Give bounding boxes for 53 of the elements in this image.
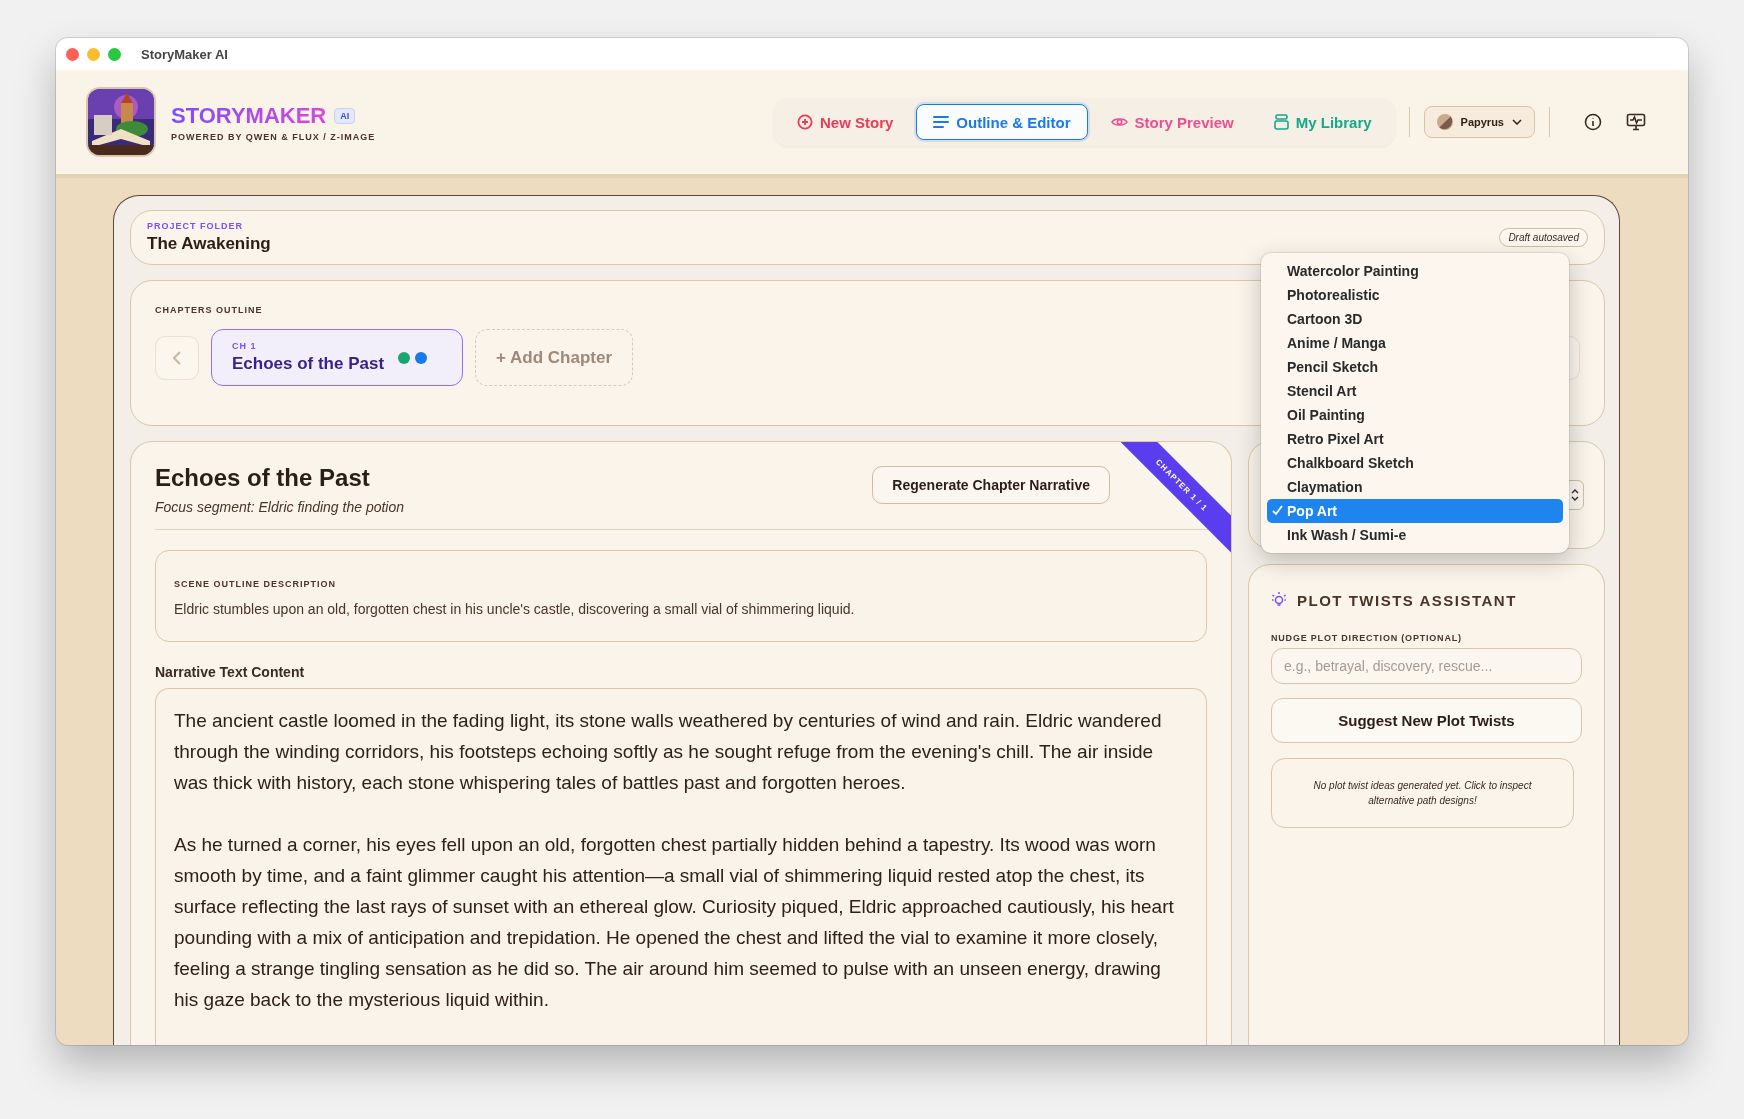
eye-icon <box>1110 116 1128 128</box>
chevron-down-icon <box>1512 119 1522 125</box>
project-title: The Awakening <box>147 234 271 254</box>
narrative-text-field[interactable] <box>155 688 1207 1045</box>
swatch-icon <box>1436 114 1453 130</box>
narrative-paragraph: As he turned a corner, his eyes fell upon an old, forgotten chest partially hidden behind a tapestry. Its wood was worn smooth by time, and a faint glimmer caught his attention—a small vial of shimmering liquid rested atop the chest, its surface reflecting the last rays of sunset with an ethereal glow. Curiosity piqued, Eldric approached cautiously, his heart pounding with a mix of anticipation and trepidation. He opened the chest and lifted the vial to examine it more closely, feeling a strange tingling sensation as he did so. The air around him seemed to pulse with an unseen energy, drawing his gaze back to the mysterious liquid within. <box>174 833 1175 1012</box>
style-option[interactable]: Photorealistic <box>1267 283 1563 307</box>
narrative-label: Narrative Text Content <box>155 664 306 680</box>
autosave-status: Draft autosaved <box>1499 228 1588 247</box>
plot-twists-title: PLOT TWISTS ASSISTANT <box>1297 591 1517 609</box>
theme-picker[interactable]: Papyrus <box>1423 106 1535 138</box>
stack-icon <box>1273 114 1289 130</box>
style-option[interactable]: Pop Art <box>1267 499 1563 523</box>
field-label: NUDGE PLOT DIRECTION (OPTIONAL) <box>1271 633 1463 643</box>
ai-badge: AI <box>334 107 356 124</box>
style-option[interactable]: Retro Pixel Art <box>1267 427 1563 451</box>
minimize-window-icon[interactable] <box>87 47 100 61</box>
style-option[interactable]: Stencil Art <box>1267 379 1563 403</box>
lightbulb-icon <box>1271 591 1287 609</box>
chapter-number: CH 1 <box>232 341 258 351</box>
plot-direction-field[interactable]: e.g., betrayal, discovery, rescue... <box>1271 648 1582 684</box>
chevron-left-icon <box>173 350 181 365</box>
window-title: StoryMaker AI <box>141 46 228 62</box>
style-option[interactable]: Oil Painting <box>1267 403 1563 427</box>
style-option[interactable]: Anime / Manga <box>1267 331 1563 355</box>
zoom-window-icon[interactable] <box>108 47 121 61</box>
chapter-heading: Echoes of the Past <box>155 464 371 492</box>
style-option[interactable]: Claymation <box>1267 475 1563 499</box>
check-icon <box>1272 505 1283 516</box>
style-option[interactable]: Ink Wash / Sumi-e <box>1267 523 1563 547</box>
chapter-tab[interactable]: CH 1 Echoes of the Past <box>211 329 463 386</box>
updown-chevron-icon <box>1571 488 1579 502</box>
style-option[interactable]: Chalkboard Sketch <box>1267 451 1563 475</box>
nav-tab[interactable]: Outline & Editor <box>916 104 1088 140</box>
project-label: PROJECT FOLDER <box>147 221 243 231</box>
close-window-icon[interactable] <box>66 47 79 61</box>
chapters-label: CHAPTERS OUTLINE <box>155 305 263 315</box>
brand-tagline: POWERED BY QWEN & FLUX / Z-IMAGE <box>171 131 376 142</box>
scene-outline-text: Eldric stumbles upon an old, forgotten chest in his uncle's castle, discovering a small vial of shimmering liquid. <box>174 601 856 617</box>
style-option[interactable]: Pencil Sketch <box>1267 355 1563 379</box>
suggest-twists-button[interactable]: Suggest New Plot Twists <box>1271 698 1582 743</box>
regenerate-button[interactable]: Regenerate Chapter Narrative <box>872 466 1110 504</box>
focus-subtitle: Focus segment: Eldric finding the potion <box>155 499 405 515</box>
monitor-pulse-icon <box>1626 113 1646 131</box>
style-option[interactable]: Watercolor Painting <box>1267 259 1563 283</box>
empty-state-text: No plot twist ideas generated yet. Click to inspect alternative path designs! <box>1312 779 1533 808</box>
scene-outline-label: SCENE OUTLINE DESCRIPTION <box>174 579 336 589</box>
style-option[interactable]: Cartoon 3D <box>1267 307 1563 331</box>
chapter-title: Echoes of the Past <box>232 354 385 374</box>
info-icon <box>1584 113 1602 131</box>
narrative-paragraph: The ancient castle loomed in the fading light, its stone walls weathered by centuries of wind and rain. Eldric wandered through the winding corridors, his footsteps echoing softly as he sought refuge from the evening's chill. The air inside was thick with history, each stone whispering tales of battles past and forgotten heroes. <box>174 709 1163 795</box>
lines-icon <box>933 115 950 129</box>
plus-circle-icon <box>796 114 813 130</box>
